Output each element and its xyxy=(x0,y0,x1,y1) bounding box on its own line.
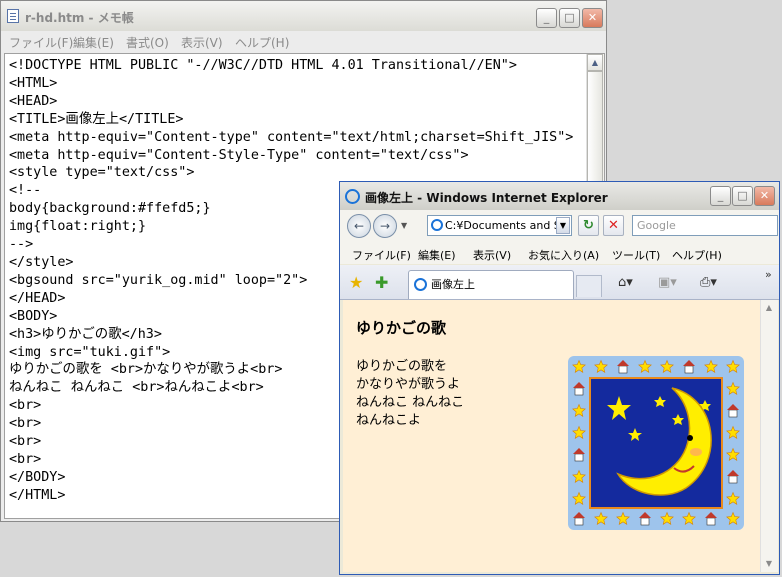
frame-house xyxy=(574,453,584,462)
source-line: <bgsound src="yurik_og.mid" loop="2"> xyxy=(9,272,308,288)
ie-menu-tools[interactable]: ツール(T) xyxy=(612,247,660,263)
ie-maximize-button[interactable]: □ xyxy=(732,186,753,206)
frame-house xyxy=(574,517,584,526)
tab-current[interactable]: 画像左上 xyxy=(408,270,574,299)
stop-button[interactable]: ✕ xyxy=(603,215,624,236)
ie-menu-favorites[interactable]: お気に入り(A) xyxy=(528,247,599,263)
ie-scroll-down-icon[interactable]: ▼ xyxy=(761,556,777,572)
back-button[interactable]: ← xyxy=(347,214,371,238)
notepad-title: r-hd.htm - メモ帳 xyxy=(25,11,134,25)
menu-file[interactable]: ファイル(F) xyxy=(9,34,73,51)
page-heading: ゆりかごの歌 xyxy=(356,319,447,337)
source-line: <h3>ゆりかごの歌</h3> xyxy=(9,326,162,342)
moon-eye xyxy=(687,435,693,441)
source-line: </HEAD> xyxy=(9,290,66,306)
moon-picture xyxy=(568,356,744,530)
ie-menu-file[interactable]: ファイル(F) xyxy=(352,247,411,263)
menu-help[interactable]: ヘルプ(H) xyxy=(235,34,289,51)
ie-logo-icon xyxy=(345,189,360,204)
toolbar-overflow-icon[interactable]: » xyxy=(765,268,772,281)
frame-house xyxy=(728,409,738,418)
source-line: </BODY> xyxy=(9,469,66,485)
ie-tab-bar: ★ ✚ 画像左上 ⌂▾ ▣▾ ⎙▾ » xyxy=(340,265,779,300)
notepad-titlebar[interactable]: r-hd.htm - メモ帳 _ □ ✕ xyxy=(1,1,606,31)
source-line: <img src="tuki.gif"> xyxy=(9,344,171,360)
new-tab-button[interactable] xyxy=(576,275,602,297)
ie-menu-help[interactable]: ヘルプ(H) xyxy=(672,247,722,263)
source-line: <!-- xyxy=(9,183,42,199)
lyric-line-2: かなりやが歌うよ xyxy=(356,377,461,392)
ie-scroll-up-icon[interactable]: ▲ xyxy=(761,300,777,316)
page-icon xyxy=(431,219,443,231)
ie-navigation-bar: ← → ▼ C:¥Documents and S ▼ ↻ ✕ Google xyxy=(340,210,779,242)
search-box[interactable]: Google xyxy=(632,215,778,236)
source-line: <BODY> xyxy=(9,308,58,324)
source-line: ねんねこ ねんねこ <br>ねんねこよ<br> xyxy=(9,380,264,396)
moon-cheek xyxy=(690,448,702,456)
lyric-line-4: ねんねこよ xyxy=(356,413,422,428)
ie-titlebar[interactable]: 画像左上 - Windows Internet Explorer _ □ ✕ xyxy=(340,182,779,210)
refresh-button[interactable]: ↻ xyxy=(578,215,599,236)
scroll-up-arrow-icon[interactable]: ▲ xyxy=(587,54,603,71)
minimize-button[interactable]: _ xyxy=(536,8,557,28)
frame-house xyxy=(618,365,628,374)
lyric-line-3: ねんねこ ねんねこ xyxy=(356,395,465,410)
close-button[interactable]: ✕ xyxy=(582,8,603,28)
source-line: <HTML> xyxy=(9,75,58,91)
maximize-button[interactable]: □ xyxy=(559,8,580,28)
source-line: ゆりかごの歌を <br>かなりやが歌うよ<br> xyxy=(9,362,283,378)
page-content: ゆりかごの歌 ゆりかごの歌を かなりやが歌うよ ねんねこ ねんねこ ねんねこよ xyxy=(343,300,760,572)
print-icon[interactable]: ⎙▾ xyxy=(700,275,717,290)
source-line: <!DOCTYPE HTML PUBLIC "-//W3C//DTD HTML … xyxy=(9,58,517,73)
notepad-menubar: ファイル(F) 編集(E) 書式(O) 表示(V) ヘルプ(H) xyxy=(1,31,606,51)
menu-format[interactable]: 書式(O) xyxy=(126,34,169,51)
source-line: </HTML> xyxy=(9,487,66,503)
frame-house xyxy=(728,475,738,484)
ie-menubar: ファイル(F) 編集(E) 表示(V) お気に入り(A) ツール(T) ヘルプ(… xyxy=(340,242,779,264)
source-line: <br> xyxy=(9,434,42,450)
source-line: img{float:right;} xyxy=(9,219,147,235)
address-bar[interactable]: C:¥Documents and S ▼ xyxy=(427,215,572,236)
feeds-icon[interactable]: ▣▾ xyxy=(658,275,677,290)
frame-house xyxy=(640,517,650,526)
source-line: </style> xyxy=(9,254,74,270)
lyric-line-1: ゆりかごの歌を xyxy=(356,359,448,374)
source-line: <HEAD> xyxy=(9,93,58,109)
home-icon[interactable]: ⌂▾ xyxy=(618,275,633,290)
source-line: <br> xyxy=(9,451,42,467)
tab-label: 画像左上 xyxy=(431,278,475,291)
source-line: <br> xyxy=(9,416,42,432)
ie-close-button[interactable]: ✕ xyxy=(754,186,775,206)
ie-title: 画像左上 - Windows Internet Explorer xyxy=(365,191,608,205)
address-text: C:¥Documents and S xyxy=(445,219,561,232)
notepad-icon xyxy=(7,9,19,23)
menu-edit[interactable]: 編集(E) xyxy=(73,34,114,51)
source-line: <style type="text/css"> xyxy=(9,165,195,181)
add-favorites-icon[interactable]: ✚ xyxy=(375,273,388,292)
source-line: body{background:#ffefd5;} xyxy=(9,201,211,217)
favorites-star-icon[interactable]: ★ xyxy=(349,273,363,292)
frame-house xyxy=(684,365,694,374)
ie-minimize-button[interactable]: _ xyxy=(710,186,731,206)
history-dropdown-icon[interactable]: ▼ xyxy=(401,221,407,230)
ie-menu-edit[interactable]: 編集(E) xyxy=(418,247,456,263)
frame-house xyxy=(706,517,716,526)
address-dropdown-icon[interactable]: ▼ xyxy=(556,217,570,234)
frame-house xyxy=(574,387,584,396)
menu-view[interactable]: 表示(V) xyxy=(181,34,223,51)
source-line: <br> xyxy=(9,398,42,414)
forward-button[interactable]: → xyxy=(373,214,397,238)
source-line: <meta http-equiv="Content-Style-Type" co… xyxy=(9,147,469,163)
ie-window: 画像左上 - Windows Internet Explorer _ □ ✕ ←… xyxy=(339,181,780,575)
tab-page-icon xyxy=(414,278,427,291)
source-line: <meta http-equiv="Content-type" content=… xyxy=(9,129,574,145)
ie-menu-view[interactable]: 表示(V) xyxy=(473,247,511,263)
source-line: --> xyxy=(9,237,34,253)
ie-vertical-scrollbar[interactable]: ▲ ▼ xyxy=(760,300,778,572)
source-line: <TITLE>画像左上</TITLE> xyxy=(9,111,184,127)
